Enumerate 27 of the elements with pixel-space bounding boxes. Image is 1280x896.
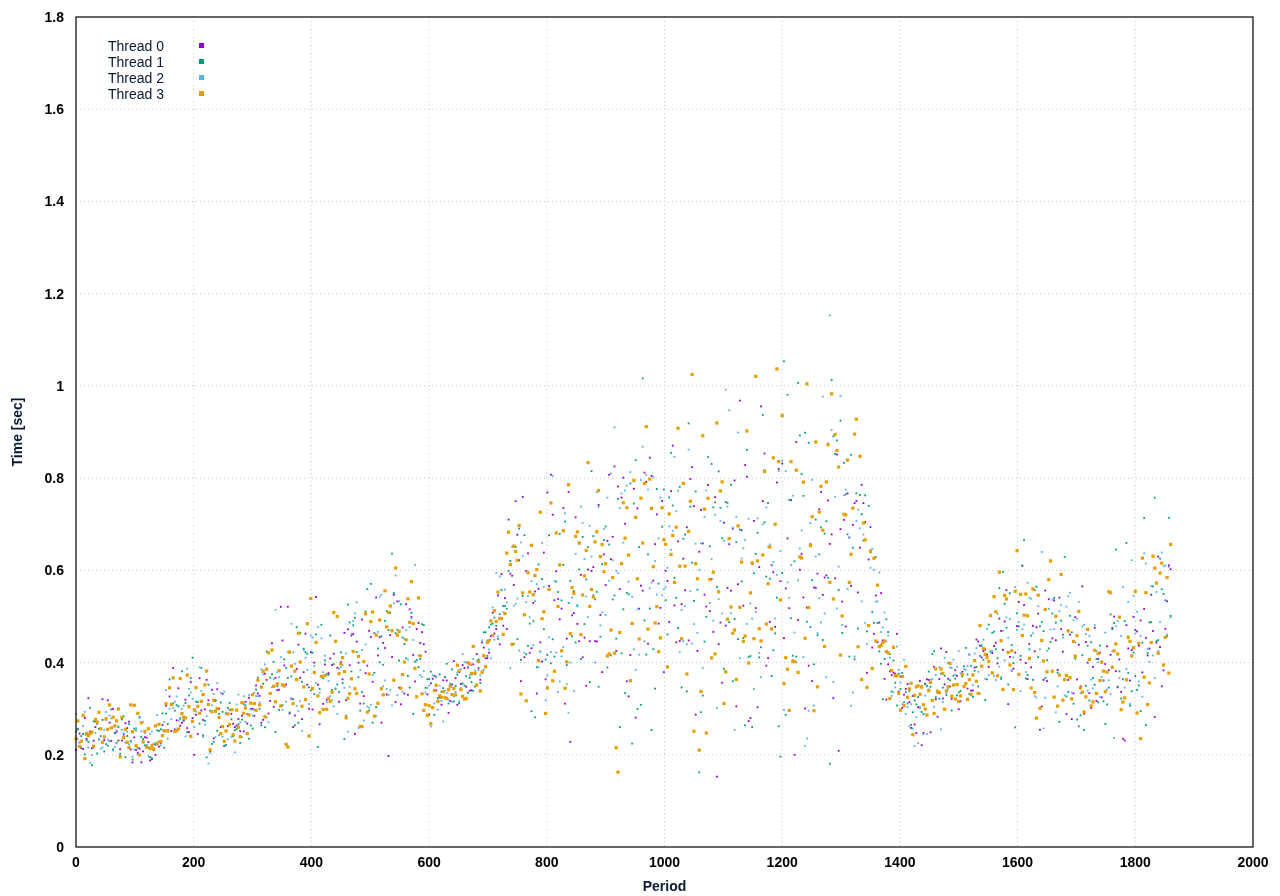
- y-tick-label: 0.2: [44, 746, 64, 763]
- y-tick-label: 0: [56, 839, 64, 855]
- x-tick-label: 2000: [1237, 854, 1269, 870]
- x-tick-label: 0: [72, 854, 80, 870]
- x-tick-label: 1800: [1119, 854, 1151, 870]
- x-tick-label: 1400: [884, 854, 916, 870]
- legend-label: Thread 0: [108, 38, 165, 54]
- y-tick-label: 1: [56, 377, 64, 394]
- x-tick-label: 1600: [1002, 854, 1034, 870]
- legend-label: Thread 3: [108, 86, 165, 102]
- legend-label: Thread 2: [108, 70, 165, 86]
- x-axis-title: Period: [642, 878, 687, 894]
- x-tick-label: 400: [299, 854, 324, 870]
- x-tick-label: 600: [417, 854, 441, 870]
- y-tick-label: 1.2: [44, 285, 64, 302]
- x-tick-label: 200: [182, 854, 206, 870]
- y-tick-label: 1.6: [44, 101, 64, 118]
- y-tick-label: 0.4: [44, 654, 64, 671]
- y-axis-title: Time [sec]: [9, 397, 25, 467]
- x-tick-label: 1200: [766, 854, 798, 870]
- y-tick-label: 0.8: [44, 470, 64, 487]
- x-tick-label: 1000: [648, 854, 681, 870]
- y-tick-label: 0.6: [44, 562, 64, 579]
- legend-label: Thread 1: [108, 54, 165, 70]
- y-tick-label: 1.8: [44, 9, 64, 25]
- x-tick-label: 800: [535, 854, 559, 870]
- y-tick-label: 1.4: [44, 193, 64, 210]
